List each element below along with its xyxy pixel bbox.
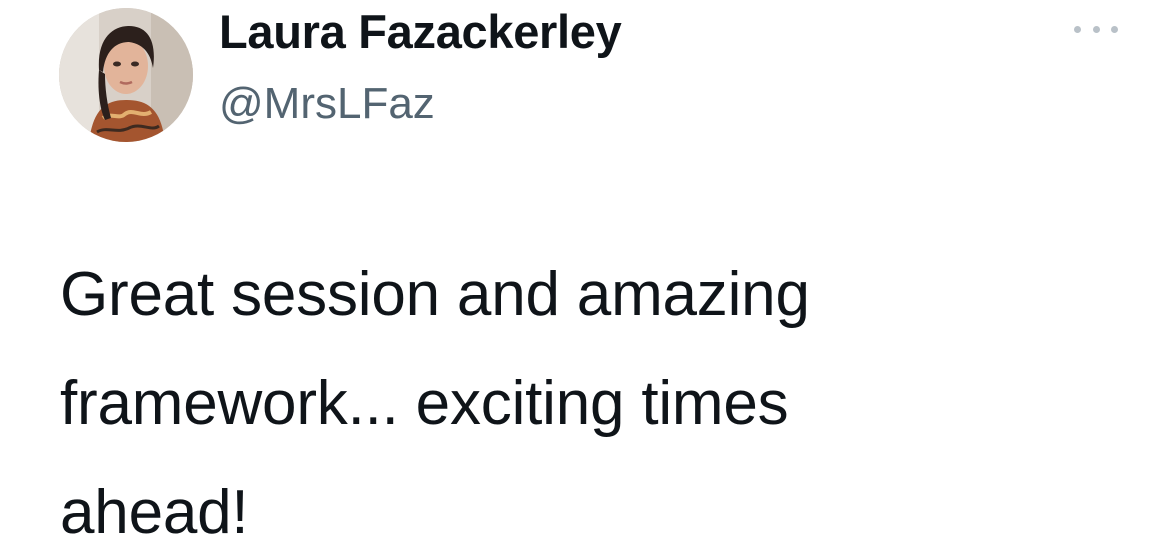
tweet-text-line: framework... exciting times: [60, 369, 789, 438]
tweet-header: Laura Fazackerley @MrsLFaz: [0, 0, 1159, 150]
tweet-card: Laura Fazackerley @MrsLFaz Great session…: [0, 0, 1159, 540]
author-display-name[interactable]: Laura Fazackerley: [219, 4, 622, 60]
avatar-image: [59, 8, 193, 142]
more-horizontal-icon[interactable]: [1074, 18, 1118, 40]
tweet-text-line: ahead!: [60, 478, 249, 540]
tweet-text: Great session and amazing framework... e…: [60, 240, 1120, 540]
avatar[interactable]: [59, 8, 193, 142]
more-dot: [1092, 25, 1100, 33]
author-handle[interactable]: @MrsLFaz: [219, 78, 621, 130]
more-dot: [1111, 25, 1118, 33]
more-dot: [1074, 25, 1081, 33]
tweet-text-line: Great session and amazing: [60, 260, 810, 329]
author-names: Laura Fazackerley @MrsLFaz: [219, 4, 622, 130]
